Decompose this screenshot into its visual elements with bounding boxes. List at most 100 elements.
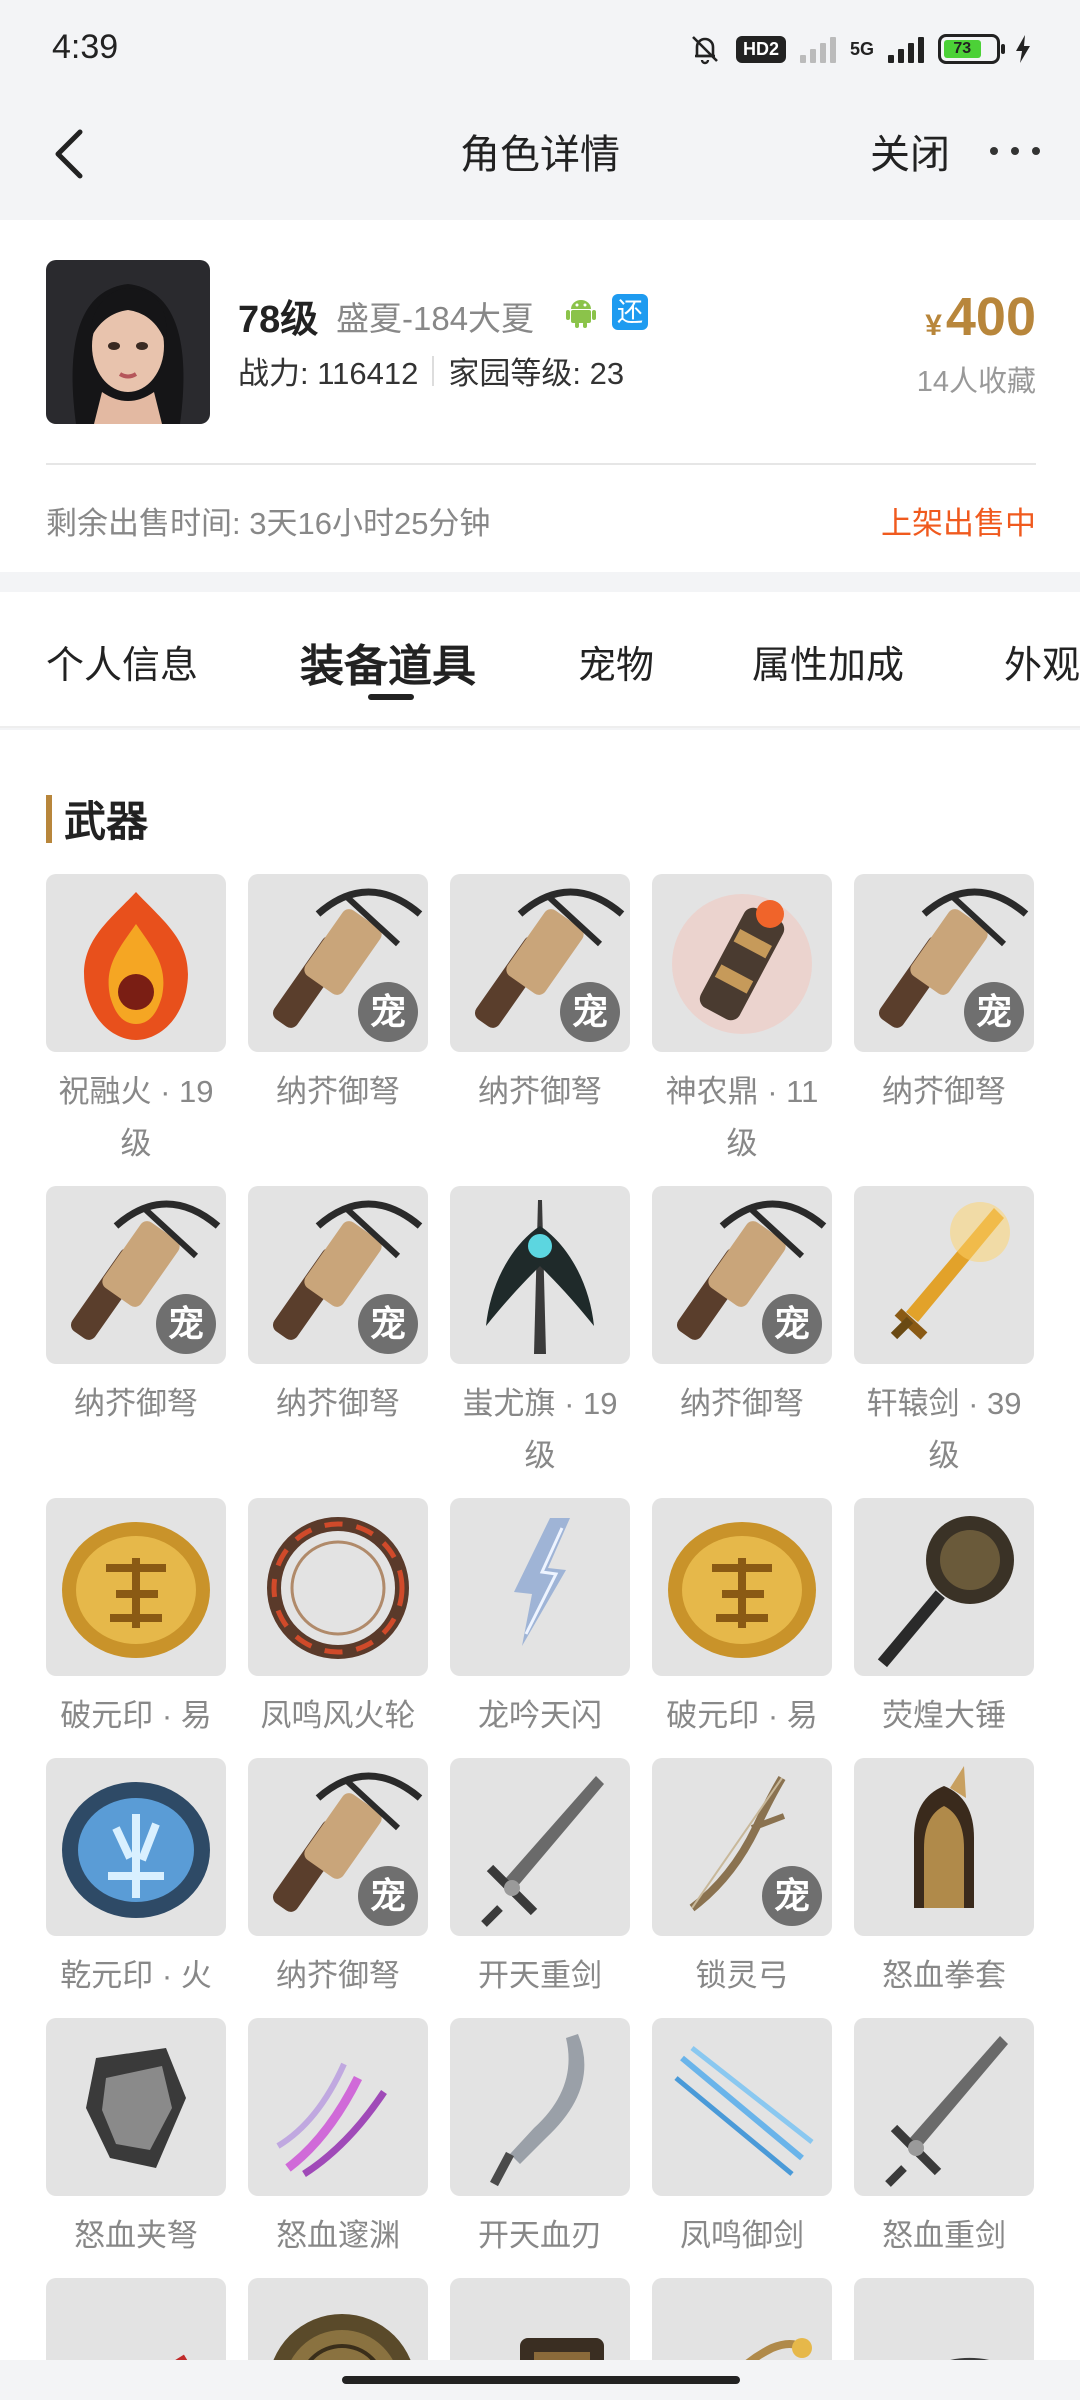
weapon-thumbnail[interactable] — [450, 1758, 630, 1936]
weapon-thumbnail[interactable]: 宠 — [854, 874, 1034, 1052]
golden-sword-icon — [890, 1202, 1010, 1340]
weapon-item[interactable]: 怒血拳套 — [854, 1758, 1034, 2002]
weapon-item[interactable]: 龙吟天闪 — [450, 1498, 630, 1742]
weapon-name: 怒血邃渊 — [276, 2218, 400, 2253]
weapon-thumbnail[interactable]: 宠 — [248, 874, 428, 1052]
tab-attributes[interactable]: 属性加成 — [752, 634, 904, 689]
weapon-item[interactable]: 开天重剑 — [450, 1758, 630, 2002]
weapon-item[interactable]: 蚩尤旗 · 19级 — [450, 1186, 630, 1482]
weapon-item[interactable]: 宠纳芥御弩 — [248, 874, 428, 1118]
weapon-thumbnail[interactable]: 宠 — [652, 1186, 832, 1364]
weapon-item[interactable] — [854, 2278, 1034, 2360]
weapon-thumbnail[interactable] — [450, 1498, 630, 1676]
tab-pets[interactable]: 宠物 — [578, 634, 654, 689]
weapon-item[interactable]: 宠纳芥御弩 — [450, 874, 630, 1118]
home-indicator[interactable] — [342, 2376, 740, 2384]
weapon-item[interactable]: 神农鼎 · 11级 — [652, 874, 832, 1170]
price-value: 400 — [945, 287, 1036, 347]
weapon-item[interactable]: 破元印 · 易 — [652, 1498, 832, 1742]
status-time: 4:39 — [52, 28, 119, 66]
weapon-item[interactable]: 怒血邃渊 — [248, 2018, 428, 2262]
weapon-item[interactable]: 乾元印 · 火 — [46, 1758, 226, 2002]
weapon-thumbnail[interactable]: 宠 — [46, 1186, 226, 1364]
tab-equipment[interactable]: 装备道具 — [300, 630, 476, 694]
weapon-thumbnail[interactable] — [46, 2278, 226, 2360]
divider — [46, 463, 1036, 465]
weapon-thumbnail[interactable] — [854, 2018, 1034, 2196]
server-name: 盛夏-184大夏 — [336, 300, 535, 337]
weapon-item[interactable]: 宠纳芥御弩 — [248, 1186, 428, 1430]
tab-personal-info[interactable]: 个人信息 — [46, 634, 198, 689]
role-card: 78级 盛夏-184大夏 还 战力: 116412 家园等级: 23 ¥ 400… — [0, 220, 1080, 572]
mute-bell-icon — [692, 36, 718, 65]
weapon-item[interactable] — [652, 2278, 832, 2360]
weapon-thumbnail[interactable] — [450, 1186, 630, 1364]
red-claw-icon — [175, 2354, 188, 2360]
weapon-thumbnail[interactable] — [46, 1758, 226, 1936]
close-button[interactable]: 关闭 — [870, 122, 950, 180]
battery-icon: 73 — [938, 34, 1005, 64]
weapon-item[interactable]: 开天血刃 — [450, 2018, 630, 2262]
weapon-thumbnail[interactable]: 宠 — [248, 1758, 428, 1936]
section-accent-bar — [46, 794, 52, 843]
weapon-item[interactable]: 凤鸣风火轮 — [248, 1498, 428, 1742]
weapon-item[interactable]: 宠纳芥御弩 — [248, 1758, 428, 2002]
tab-appearance[interactable]: 外观 — [1004, 634, 1080, 689]
pet-badge: 宠 — [560, 982, 620, 1042]
weapon-name: 祝融火 · 19级 — [58, 1074, 214, 1161]
equipment-content: 武器 祝融火 · 19级宠纳芥御弩宠纳芥御弩 神农鼎 · 11级宠纳芥御弩宠纳芥御… — [0, 730, 1080, 2360]
active-tab-indicator — [368, 694, 414, 700]
tab-bar: 个人信息 装备道具 宠物 属性加成 外观 — [0, 592, 1080, 728]
weapon-item[interactable]: 宠纳芥御弩 — [854, 874, 1034, 1118]
weapon-item[interactable] — [450, 2278, 630, 2360]
weapon-thumbnail[interactable] — [652, 2278, 832, 2360]
weapon-item[interactable]: 怒血夹弩 — [46, 2018, 226, 2262]
weapon-item[interactable]: 祝融火 · 19级 — [46, 874, 226, 1170]
weapon-item[interactable]: 凤鸣御剑 — [652, 2018, 832, 2262]
weapon-item[interactable]: 宠锁灵弓 — [652, 1758, 832, 2002]
weapon-name: 纳芥御弩 — [74, 1386, 198, 1421]
weapon-thumbnail[interactable] — [854, 2278, 1034, 2360]
weapon-thumbnail[interactable] — [46, 874, 226, 1052]
purple-claw-icon — [276, 2062, 387, 2177]
signal-strong-icon — [888, 35, 924, 63]
weapon-thumbnail[interactable] — [854, 1758, 1034, 1936]
weapon-item[interactable]: 破元印 · 易 — [46, 1498, 226, 1742]
weapon-thumbnail[interactable] — [248, 2018, 428, 2196]
status-icons: HD2 5G 73 — [688, 28, 1032, 70]
weapon-item[interactable]: 怒血重剑 — [854, 2018, 1034, 2262]
weapon-thumbnail[interactable] — [854, 1186, 1034, 1364]
sale-status: 上架出售中 — [881, 506, 1036, 541]
weapon-name: 破元印 · 易 — [60, 1698, 212, 1733]
weapon-item[interactable] — [248, 2278, 428, 2360]
weapon-thumbnail[interactable] — [248, 1498, 428, 1676]
weapon-item[interactable]: 宠纳芥御弩 — [46, 1186, 226, 1430]
role-stats: 战力: 116412 家园等级: 23 — [238, 348, 624, 393]
avatar[interactable] — [46, 260, 210, 424]
nav-bar: 角色详情 关闭 — [0, 96, 1080, 220]
weapon-item[interactable]: 轩辕剑 · 39级 — [854, 1186, 1034, 1482]
weapon-thumbnail[interactable] — [450, 2278, 630, 2360]
weapon-thumbnail[interactable]: 宠 — [248, 1186, 428, 1364]
weapon-thumbnail[interactable] — [652, 874, 832, 1052]
weapon-name: 怒血重剑 — [882, 2218, 1006, 2253]
weapon-thumbnail[interactable]: 宠 — [652, 1758, 832, 1936]
weapon-name: 荧煌大锤 — [882, 1698, 1006, 1733]
weapon-thumbnail[interactable] — [652, 1498, 832, 1676]
more-options-button[interactable] — [990, 136, 1040, 166]
weapon-name: 怒血拳套 — [882, 1958, 1006, 1993]
weapon-item[interactable] — [46, 2278, 226, 2360]
blue-seal-icon — [62, 1782, 210, 1918]
weapon-thumbnail[interactable] — [450, 2018, 630, 2196]
weapon-thumbnail[interactable] — [46, 1498, 226, 1676]
weapon-item[interactable]: 宠纳芥御弩 — [652, 1186, 832, 1430]
weapon-thumbnail[interactable] — [652, 2018, 832, 2196]
weapon-thumbnail[interactable] — [854, 1498, 1034, 1676]
weapon-thumbnail[interactable] — [46, 2018, 226, 2196]
section-title: 武器 — [64, 798, 149, 845]
weapon-thumbnail[interactable] — [248, 2278, 428, 2360]
weapon-thumbnail[interactable]: 宠 — [450, 874, 630, 1052]
weapon-item[interactable]: 荧煌大锤 — [854, 1498, 1034, 1742]
more-dot-icon — [990, 147, 998, 155]
war-banner-icon — [486, 1200, 594, 1354]
